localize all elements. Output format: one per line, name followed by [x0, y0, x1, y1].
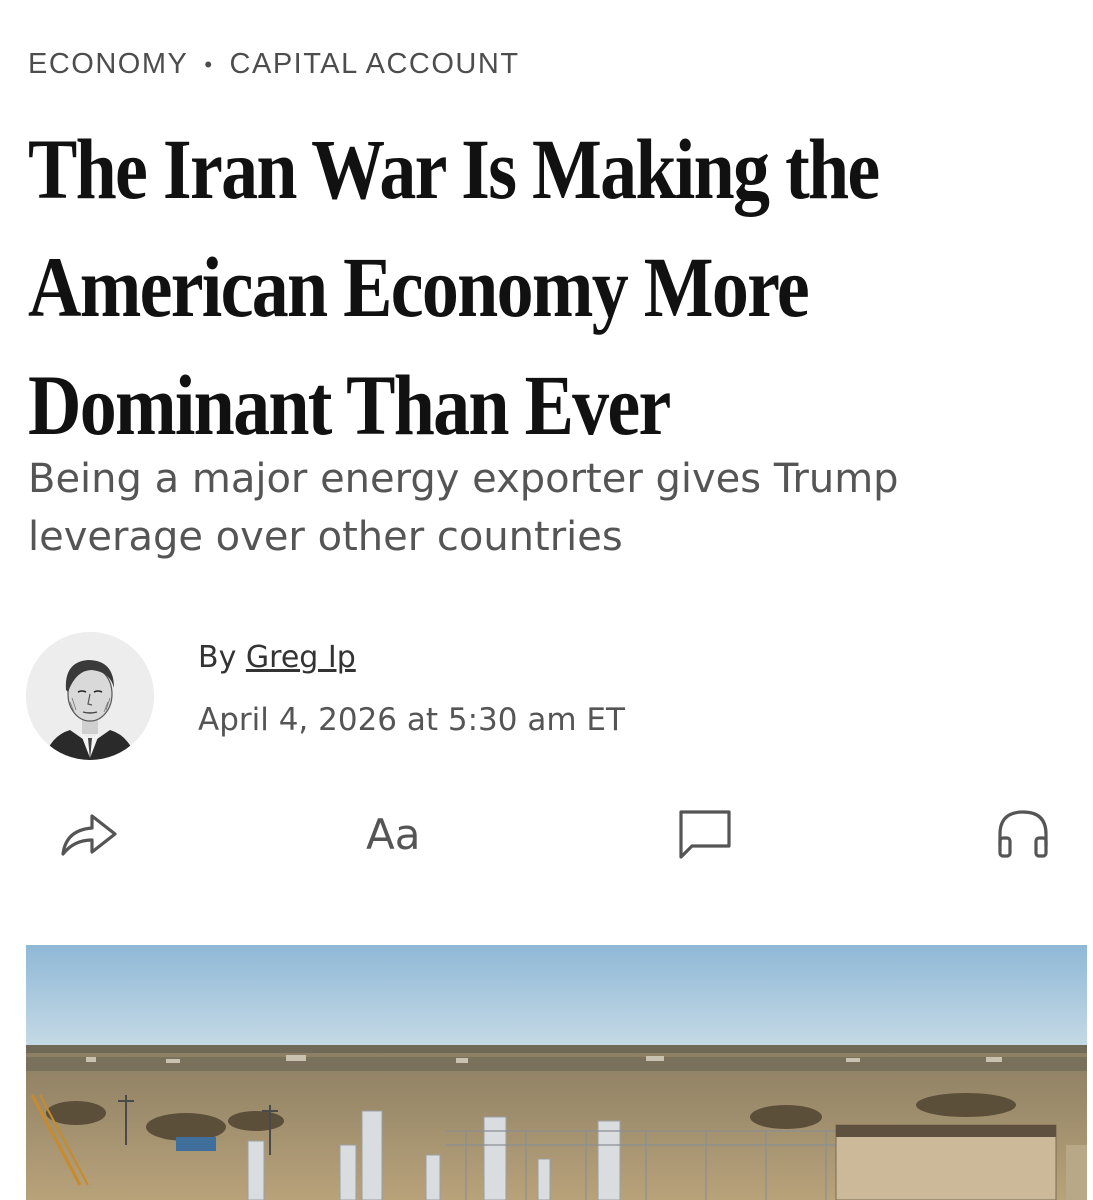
article-headline: The Iran War Is Making the American Econ… [28, 110, 931, 464]
power-plant-landscape-image [26, 945, 1087, 1200]
section-breadcrumb: ECONOMY • CAPITAL ACCOUNT [28, 48, 520, 81]
headline-line: American Economy More [28, 239, 810, 335]
author-avatar[interactable] [26, 632, 154, 760]
listen-button[interactable] [994, 806, 1052, 867]
dek-line: leverage over other countries [28, 514, 623, 560]
share-icon [61, 814, 117, 856]
section-capital-account[interactable]: CAPITAL ACCOUNT [230, 48, 520, 81]
section-economy[interactable]: ECONOMY [28, 48, 188, 81]
headline-line: The Iran War Is Making the [28, 121, 880, 217]
author-link[interactable]: Greg Ip [246, 640, 356, 675]
headphones-icon [998, 810, 1048, 858]
share-button[interactable] [58, 806, 120, 867]
headline-line: Dominant Than Ever [28, 357, 671, 453]
hero-photo[interactable] [26, 945, 1087, 1200]
dek-line: Being a major energy exporter gives Trum… [28, 456, 899, 502]
text-size-button[interactable]: Aa [366, 806, 420, 864]
article-dek: Being a major energy exporter gives Trum… [28, 450, 1068, 566]
byline-prefix: By [198, 640, 237, 675]
comment-icon [679, 810, 731, 859]
author-portrait-illustration [26, 632, 154, 760]
comments-button[interactable] [676, 806, 734, 867]
byline: By Greg Ip [198, 640, 356, 675]
publish-timestamp: April 4, 2026 at 5:30 am ET [198, 702, 625, 738]
section-separator: • [204, 51, 214, 77]
